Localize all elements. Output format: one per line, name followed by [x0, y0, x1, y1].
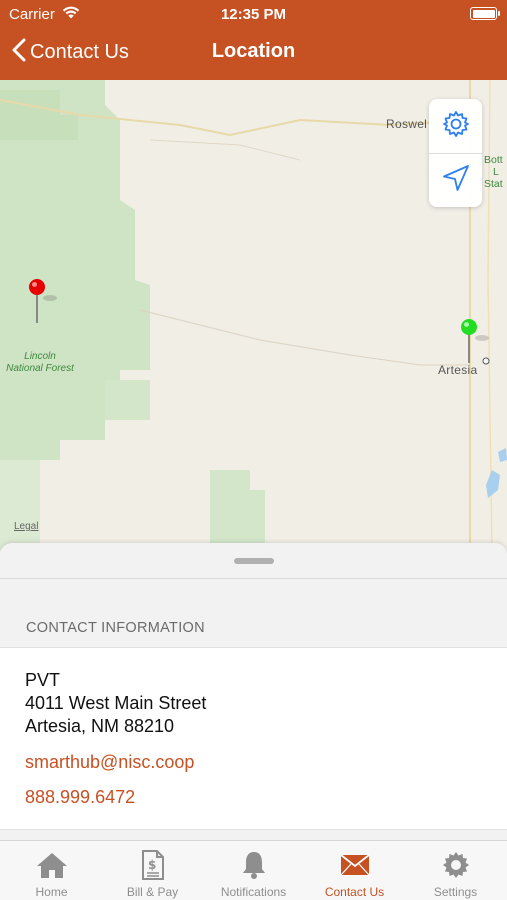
back-button[interactable]: Contact Us [12, 38, 129, 66]
map-settings-button[interactable] [429, 99, 482, 153]
sheet-grabber[interactable] [234, 558, 274, 564]
map-pin-green[interactable] [460, 318, 490, 371]
phone-link[interactable]: 888.999.6472 [25, 787, 135, 808]
envelope-icon [304, 850, 405, 880]
legal-link[interactable]: Legal [14, 521, 38, 532]
battery-icon [470, 7, 500, 20]
forest-label: Lincoln National Forest [6, 351, 74, 374]
home-icon [1, 850, 102, 880]
status-bar: Carrier 12:35 PM [0, 0, 507, 28]
tab-notifications[interactable]: Notifications [203, 841, 304, 900]
map-controls [429, 99, 482, 207]
map-pin-red[interactable] [28, 278, 58, 331]
email-link[interactable]: smarthub@nisc.coop [25, 752, 194, 773]
tab-contact-us[interactable]: Contact Us [304, 841, 405, 900]
chevron-left-icon [12, 38, 26, 67]
nav-bar: Contact Us Location [0, 30, 507, 76]
tab-settings[interactable]: Settings [405, 841, 506, 900]
contact-card: PVT 4011 West Main Street Artesia, NM 88… [0, 647, 507, 830]
contact-name: PVT [25, 670, 61, 690]
gear-icon [405, 850, 506, 880]
contact-sheet: CONTACT INFORMATION PVT 4011 West Main S… [0, 543, 507, 840]
bell-icon [203, 850, 304, 880]
city-label-roswell: Roswel [386, 117, 428, 131]
address-line-2: Artesia, NM 88210 [25, 716, 175, 736]
status-time: 12:35 PM [220, 6, 287, 23]
location-arrow-icon [441, 163, 471, 198]
tab-bill-pay[interactable]: $ Bill & Pay [102, 841, 203, 900]
svg-text:$: $ [148, 858, 156, 872]
tab-bar: Home $ Bill & Pay Notifications Contact … [0, 840, 507, 900]
gear-icon [441, 109, 471, 144]
bill-icon: $ [102, 850, 203, 880]
park-label: Bott L Stat [484, 154, 503, 190]
section-header: CONTACT INFORMATION [26, 620, 205, 636]
back-label: Contact Us [30, 40, 129, 63]
my-location-button[interactable] [429, 153, 482, 207]
map-view[interactable]: Roswel Artesia Lincoln National Forest B… [0, 80, 507, 550]
tab-home[interactable]: Home [1, 841, 102, 900]
header: Carrier 12:35 PM Contact Us Location [0, 0, 507, 80]
address-line-1: 4011 West Main Street [25, 693, 207, 713]
